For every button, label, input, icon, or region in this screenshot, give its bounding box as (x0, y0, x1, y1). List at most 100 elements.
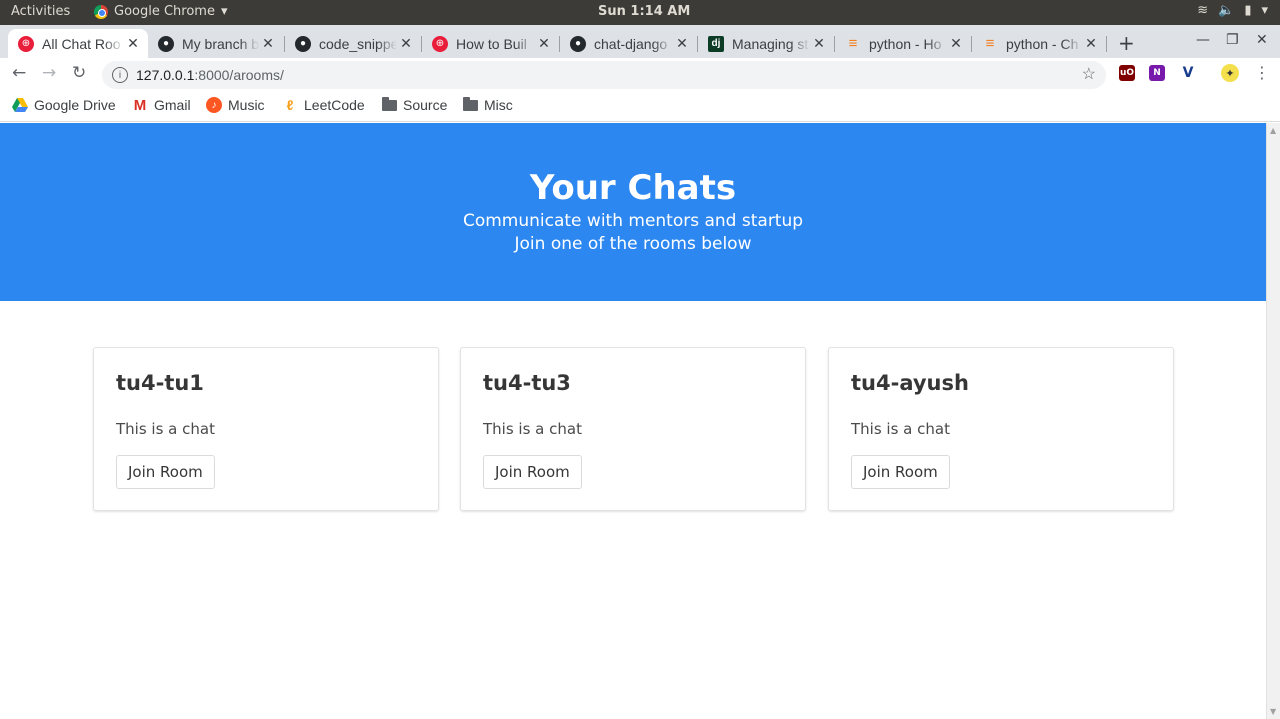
tab-python-channels[interactable]: ≡ python - Ch ✕ (972, 29, 1106, 58)
chevron-down-icon: ▾ (220, 4, 228, 19)
close-icon[interactable]: ✕ (1082, 35, 1100, 52)
page-title: Your Chats (529, 168, 737, 208)
browser-toolbar: ← → ↻ i 127.0.0.1:8000/arooms/ ☆ uO N V … (0, 58, 1280, 90)
room-card: tu4-ayush This is a chat Join Room (828, 347, 1174, 511)
room-description: This is a chat (116, 420, 215, 438)
address-bar[interactable]: i 127.0.0.1:8000/arooms/ ☆ (102, 61, 1106, 89)
join-room-button[interactable]: Join Room (483, 455, 582, 489)
tab-managing-static[interactable]: dj Managing st ✕ (698, 29, 834, 58)
tab-my-branch[interactable]: ● My branch b ✕ (148, 29, 283, 58)
github-icon: ● (158, 35, 174, 52)
close-icon[interactable]: ✕ (259, 35, 277, 52)
close-icon[interactable]: ✕ (397, 35, 415, 52)
url-path: :8000/arooms/ (194, 67, 284, 83)
folder-icon (381, 96, 397, 113)
tab-title: chat-django (594, 35, 668, 52)
system-top-bar: Activities Google Chrome ▾ Sun 1:14 AM ≋… (0, 0, 1280, 25)
room-card: tu4-tu1 This is a chat Join Room (93, 347, 439, 511)
bookmark-label: LeetCode (304, 97, 365, 113)
minimize-icon[interactable]: — (1196, 32, 1210, 48)
close-icon[interactable]: ✕ (947, 35, 965, 52)
red-circle-icon: ⊕ (432, 35, 448, 52)
github-icon: ● (570, 35, 586, 52)
chevron-down-icon: ▾ (1261, 3, 1268, 18)
google-drive-icon (12, 97, 28, 113)
django-icon: dj (708, 35, 724, 52)
tab-how-to-build[interactable]: ⊕ How to Buil ✕ (422, 29, 559, 58)
bookmark-label: Misc (484, 97, 513, 113)
activities-button[interactable]: Activities (11, 4, 70, 19)
tab-title: How to Buil (456, 35, 527, 52)
more-menu-icon[interactable]: ⋮ (1254, 63, 1270, 82)
new-tab-button[interactable]: + (1118, 31, 1135, 55)
bookmark-star-icon[interactable]: ☆ (1082, 64, 1096, 84)
battery-icon: ▮ (1244, 3, 1252, 18)
close-icon[interactable]: ✕ (810, 35, 828, 52)
system-clock[interactable]: Sun 1:14 AM (598, 4, 690, 19)
bookmark-label: Google Drive (34, 97, 116, 113)
bookmark-leetcode[interactable]: ℓ LeetCode (282, 97, 365, 113)
wifi-icon: ≋ (1197, 3, 1209, 18)
leetcode-icon: ℓ (286, 97, 294, 113)
v-extension-icon[interactable]: V (1180, 65, 1196, 81)
room-name: tu4-tu3 (483, 371, 571, 395)
page-scrollbar[interactable]: ▲ ▼ (1266, 123, 1280, 719)
tab-all-chat-rooms[interactable]: ⊕ All Chat Roo ✕ (8, 29, 148, 58)
tab-python-how[interactable]: ≡ python - Ho ✕ (835, 29, 971, 58)
close-icon[interactable]: ✕ (535, 35, 553, 52)
tab-title: Managing st (732, 35, 809, 52)
back-icon[interactable]: ← (12, 63, 26, 83)
bookmark-misc[interactable]: Misc (462, 96, 513, 113)
bookmark-label: Source (403, 97, 448, 113)
github-icon: ● (295, 35, 311, 52)
info-icon[interactable]: i (112, 67, 128, 83)
bookmark-label: Gmail (154, 97, 191, 113)
close-icon[interactable]: ✕ (124, 35, 142, 52)
volume-icon: 🔈 (1218, 3, 1235, 18)
tab-title: python - Ho (869, 35, 942, 52)
join-room-button[interactable]: Join Room (851, 455, 950, 489)
restore-icon[interactable]: ❐ (1226, 32, 1239, 48)
room-description: This is a chat (483, 420, 582, 438)
hero-subtitle: Communicate with mentors and startup (462, 211, 804, 231)
chrome-icon (94, 4, 108, 19)
profile-avatar[interactable]: ✦ (1221, 64, 1239, 82)
room-description: This is a chat (851, 420, 950, 438)
folder-icon (462, 96, 478, 113)
ublock-icon[interactable]: uO (1119, 65, 1135, 81)
onenote-icon[interactable]: N (1149, 65, 1165, 81)
scroll-up-icon[interactable]: ▲ (1270, 126, 1276, 135)
music-icon: ♪ (206, 97, 222, 113)
bookmark-music[interactable]: ♪ Music (206, 97, 265, 113)
join-room-button[interactable]: Join Room (116, 455, 215, 489)
close-icon[interactable]: ✕ (673, 35, 691, 52)
stackoverflow-icon: ≡ (848, 35, 858, 52)
close-window-icon[interactable]: ✕ (1256, 32, 1268, 48)
system-tray[interactable]: ≋ 🔈 ▮ ▾ (1197, 3, 1268, 18)
room-card: tu4-tu3 This is a chat Join Room (460, 347, 806, 511)
tab-title: All Chat Roo (42, 35, 121, 52)
bookmark-source[interactable]: Source (381, 96, 448, 113)
reload-icon[interactable]: ↻ (72, 63, 86, 83)
url-host: 127.0.0.1 (136, 67, 195, 83)
hero-banner: Your Chats Communicate with mentors and … (0, 123, 1266, 301)
red-circle-icon: ⊕ (18, 35, 34, 52)
tab-title: My branch b (182, 35, 259, 52)
bookmark-label: Music (228, 97, 265, 113)
tab-title: python - Ch (1006, 35, 1079, 52)
app-menu-label: Google Chrome (114, 4, 215, 19)
stackoverflow-icon: ≡ (985, 35, 995, 52)
bookmark-google-drive[interactable]: Google Drive (12, 97, 116, 113)
room-name: tu4-tu1 (116, 371, 204, 395)
bookmark-gmail[interactable]: M Gmail (132, 97, 191, 114)
scroll-down-icon[interactable]: ▼ (1270, 707, 1276, 716)
app-menu[interactable]: Google Chrome ▾ (94, 4, 228, 19)
page-viewport: Your Chats Communicate with mentors and … (0, 123, 1266, 719)
hero-instructions: Join one of the rooms below (514, 234, 752, 254)
bookmarks-bar: Google Drive M Gmail ♪ Music ℓ LeetCode … (0, 90, 1280, 122)
tab-chat-django[interactable]: ● chat-django ✕ (560, 29, 697, 58)
forward-icon[interactable]: → (42, 63, 56, 83)
tab-code-snippets[interactable]: ● code_snippe ✕ (285, 29, 421, 58)
room-name: tu4-ayush (851, 371, 969, 395)
tab-separator (1106, 36, 1107, 52)
